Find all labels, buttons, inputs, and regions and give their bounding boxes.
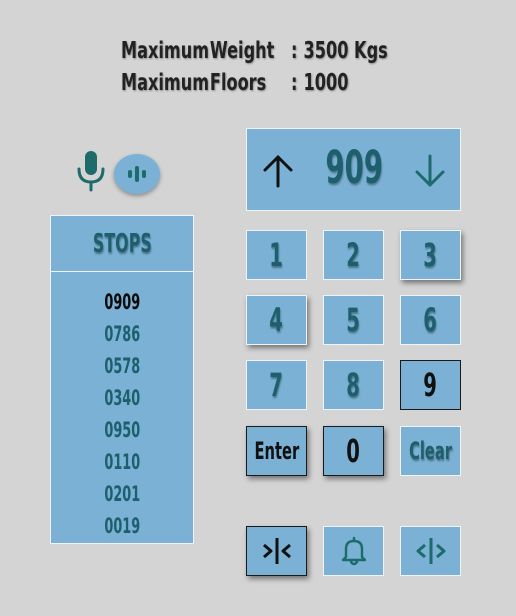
key-8-button[interactable]: 8 xyxy=(323,360,384,410)
stop-item[interactable]: 0786 xyxy=(51,318,193,350)
max-weight-label-1: Maximum xyxy=(121,38,210,64)
max-floors-value: 1000 xyxy=(303,70,349,96)
current-floor-number: 909 xyxy=(325,141,384,194)
enter-button[interactable]: Enter xyxy=(246,426,307,476)
stop-item[interactable]: 0578 xyxy=(51,350,193,382)
arrow-down-icon xyxy=(415,154,445,187)
open-doors-icon xyxy=(416,538,445,564)
key-0-button[interactable]: 0 xyxy=(323,426,384,476)
max-floors-label-1: Maximum xyxy=(121,70,210,96)
microphone-icon[interactable] xyxy=(76,150,106,192)
max-weight-value: 3500 Kgs xyxy=(303,38,388,64)
close-doors-button[interactable] xyxy=(246,526,307,576)
stops-list: 0909 0786 0578 0340 0950 0110 0201 0019 xyxy=(51,272,193,542)
stop-item[interactable]: 0201 xyxy=(51,478,193,510)
open-doors-button[interactable] xyxy=(400,526,461,576)
key-2-button[interactable]: 2 xyxy=(323,230,384,280)
key-9-button[interactable]: 9 xyxy=(400,360,461,410)
stop-item[interactable]: 0340 xyxy=(51,382,193,414)
max-floors-colon: : xyxy=(291,70,298,96)
bell-icon xyxy=(341,536,366,566)
close-doors-icon xyxy=(262,538,291,564)
voice-button[interactable] xyxy=(114,154,160,194)
stop-item[interactable]: 0950 xyxy=(51,414,193,446)
key-1-button[interactable]: 1 xyxy=(246,230,307,280)
max-weight-colon: : xyxy=(291,38,298,64)
key-4-button[interactable]: 4 xyxy=(246,295,307,345)
arrow-up-icon xyxy=(263,155,293,188)
stops-panel: STOPS 0909 0786 0578 0340 0950 0110 0201… xyxy=(50,215,194,544)
key-6-button[interactable]: 6 xyxy=(400,295,461,345)
max-floors-label-2: Floors xyxy=(209,70,267,96)
voice-wave-icon xyxy=(128,166,146,182)
key-5-button[interactable]: 5 xyxy=(323,295,384,345)
key-3-button[interactable]: 3 xyxy=(400,230,461,280)
stop-item[interactable]: 0019 xyxy=(51,510,193,542)
stop-item[interactable]: 0110 xyxy=(51,446,193,478)
key-7-button[interactable]: 7 xyxy=(246,360,307,410)
max-weight-label-2: Weight xyxy=(209,38,275,64)
alarm-bell-button[interactable] xyxy=(323,526,384,576)
stops-title: STOPS xyxy=(51,216,193,272)
stop-item[interactable]: 0909 xyxy=(51,286,193,318)
clear-button[interactable]: Clear xyxy=(400,426,461,476)
floor-display: 909 xyxy=(246,128,461,211)
